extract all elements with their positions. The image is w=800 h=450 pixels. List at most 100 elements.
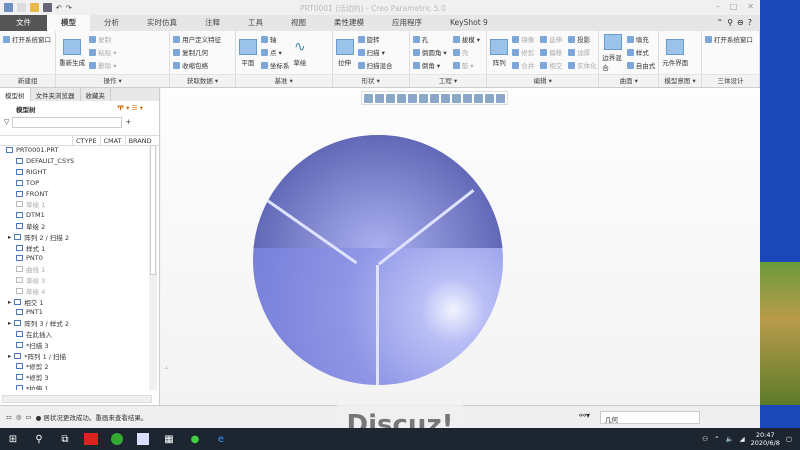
people-icon[interactable]: ⚇ [702,435,708,443]
save-icon[interactable] [43,3,52,12]
ribbon-button[interactable]: 倒圆角 ▾ [412,46,447,58]
tab-model[interactable]: 模型 [47,15,90,31]
ribbon-group-label[interactable]: 模型意图 ▾ [659,74,701,87]
close-button[interactable]: ✕ [747,2,754,11]
expand-arrow-icon[interactable]: ▸ [8,298,11,306]
filter-icon[interactable]: ▽ [4,118,9,126]
repaint-icon[interactable] [397,94,406,103]
zoom-out-icon[interactable] [386,94,395,103]
column-ctype[interactable]: CTYPE [72,136,100,145]
new-icon[interactable] [17,3,26,12]
ribbon-group-label[interactable]: 获取数据 ▾ [170,74,235,87]
minimize-button[interactable]: – [716,2,720,11]
network-icon[interactable]: ◢ [740,435,745,443]
ribbon-button[interactable]: 拔模 ▾ [452,33,480,45]
tab-model-tree[interactable]: 模型树 [0,88,31,101]
tab-simulation[interactable]: 实时仿真 [133,15,191,31]
ribbon-button[interactable]: 投影 [568,33,597,45]
ribbon-button[interactable]: 相交 [540,59,562,71]
ribbon-button[interactable]: 加厚 [568,46,597,58]
expand-arrow-icon[interactable]: ▸ [8,233,11,241]
tree-node[interactable]: PNT1 [0,307,150,318]
ribbon-button[interactable]: 扫描混合 [357,59,393,71]
maximize-button[interactable]: □ [730,2,738,11]
annotation-display-icon[interactable] [463,94,472,103]
tree-node[interactable]: TOP [0,177,150,188]
taskbar-app-1[interactable] [78,428,104,450]
ribbon-button[interactable]: 粘贴 ▾ [89,46,116,58]
tree-node[interactable]: *修剪 2 [0,361,150,372]
community-icon[interactable]: ⊖ [737,18,744,27]
ribbon-button[interactable]: 收缩包络 [173,59,221,71]
tree-node[interactable]: *拉伸 1 [0,383,150,390]
zoom-in-icon[interactable] [375,94,384,103]
ribbon-button[interactable]: 复制几何 [173,46,221,58]
tab-analysis[interactable]: 分析 [90,15,133,31]
taskbar-browser[interactable] [104,428,130,450]
tree-toggle-icon[interactable]: ⚏ [6,413,12,421]
start-button[interactable]: ⊞ [0,428,26,450]
ribbon-group-label[interactable]: 三体设计 [701,74,759,87]
ribbon-button[interactable]: 用户定义特征 [173,33,221,45]
tree-node[interactable]: 样式 1 [0,242,150,253]
view-manager-icon[interactable] [430,94,439,103]
tree-node[interactable]: ▸ 阵列 3 / 样式 2 [0,318,150,329]
ribbon-button[interactable]: 倒角 ▾ [412,59,447,71]
expand-arrow-icon[interactable]: ▸ [8,319,11,327]
tree-node[interactable]: 草绘 2 [0,221,150,232]
tab-view[interactable]: 视图 [277,15,320,31]
ribbon-large-button[interactable]: 重新生成 [59,33,85,73]
tree-vertical-scrollbar[interactable] [149,145,157,390]
tab-favorites[interactable]: 收藏夹 [81,88,111,101]
collapse-ribbon-icon[interactable]: ⌃ [716,18,723,27]
ribbon-group-label[interactable]: 工程 ▾ [409,74,487,87]
datum-display-icon[interactable] [452,94,461,103]
tree-node[interactable]: 草绘 1 [0,199,150,210]
tray-expand-icon[interactable]: ⌃ [714,435,719,443]
refit-icon[interactable] [364,94,373,103]
ribbon-button[interactable]: 合并 [512,59,534,71]
ribbon-large-button[interactable]: 边界混合 [602,33,623,73]
ribbon-large-button[interactable]: 阵列 [490,33,509,73]
tree-settings-icon[interactable]: Ͳ ▾ ☰ ▾ [117,104,143,112]
ribbon-group-label[interactable]: 形状 ▾ [332,74,409,87]
ribbon-button[interactable]: 样式 [626,46,656,58]
ribbon-button[interactable]: 壳 [452,46,480,58]
undo-icon[interactable]: ↶ [56,4,62,12]
ribbon-large-button[interactable]: 平面 [238,33,257,73]
sketch-button[interactable]: ∿ 草绘 [293,33,306,73]
tree-node[interactable]: 草绘 4 [0,285,150,296]
tab-folder-browser[interactable]: 文件夹浏览器 [31,88,81,101]
section-icon[interactable] [496,94,505,103]
add-filter-icon[interactable]: + [125,118,131,126]
search-icon[interactable]: ⚲ [727,18,733,27]
ribbon-button[interactable]: 点 ▾ [260,46,290,58]
tab-flexible-modeling[interactable]: 柔性建模 [320,15,378,31]
ribbon-button[interactable]: 坐标系 [260,59,289,71]
tree-node[interactable]: RIGHT [0,167,150,178]
ribbon-button[interactable]: 打开系统窗口 [704,33,753,45]
ribbon-group-label[interactable]: 编辑 ▾ [487,74,599,87]
tree-node[interactable]: 草绘 3 [0,275,150,286]
ribbon-button[interactable]: 旋转 [357,33,393,45]
ribbon-button[interactable]: 删除 ▾ [89,59,116,71]
tab-keyshot[interactable]: KeyShot 9 [436,15,502,31]
ribbon-group-label[interactable]: 操作 ▾ [56,74,170,87]
ribbon-button[interactable]: 偏移 [540,46,562,58]
ribbon-large-button[interactable]: 元件界面 [662,33,688,73]
tab-file[interactable]: 文件 [0,15,47,31]
search-button[interactable]: ⚲ [26,428,52,450]
tree-node[interactable]: *扫描 3 [0,339,150,350]
tree-node[interactable]: PRT0001.PRT [0,145,150,156]
ribbon-large-button[interactable]: 拉伸 [335,33,354,73]
task-view-button[interactable]: ⧉ [52,428,78,450]
graphics-area[interactable]: ⊥ [161,88,760,405]
taskbar-wechat[interactable]: ● [182,428,208,450]
ribbon-button[interactable]: 自由式 [626,59,655,71]
find-icon[interactable]: ⚯▾ [579,411,590,420]
tree-node[interactable]: ▸ 阵列 2 / 扫描 2 [0,231,150,242]
tree-node[interactable]: FRONT [0,188,150,199]
ribbon-button[interactable]: 打开系统窗口 [3,33,51,45]
ribbon-button[interactable]: 孔 [412,33,447,45]
3d-model-sphere[interactable] [253,135,503,385]
